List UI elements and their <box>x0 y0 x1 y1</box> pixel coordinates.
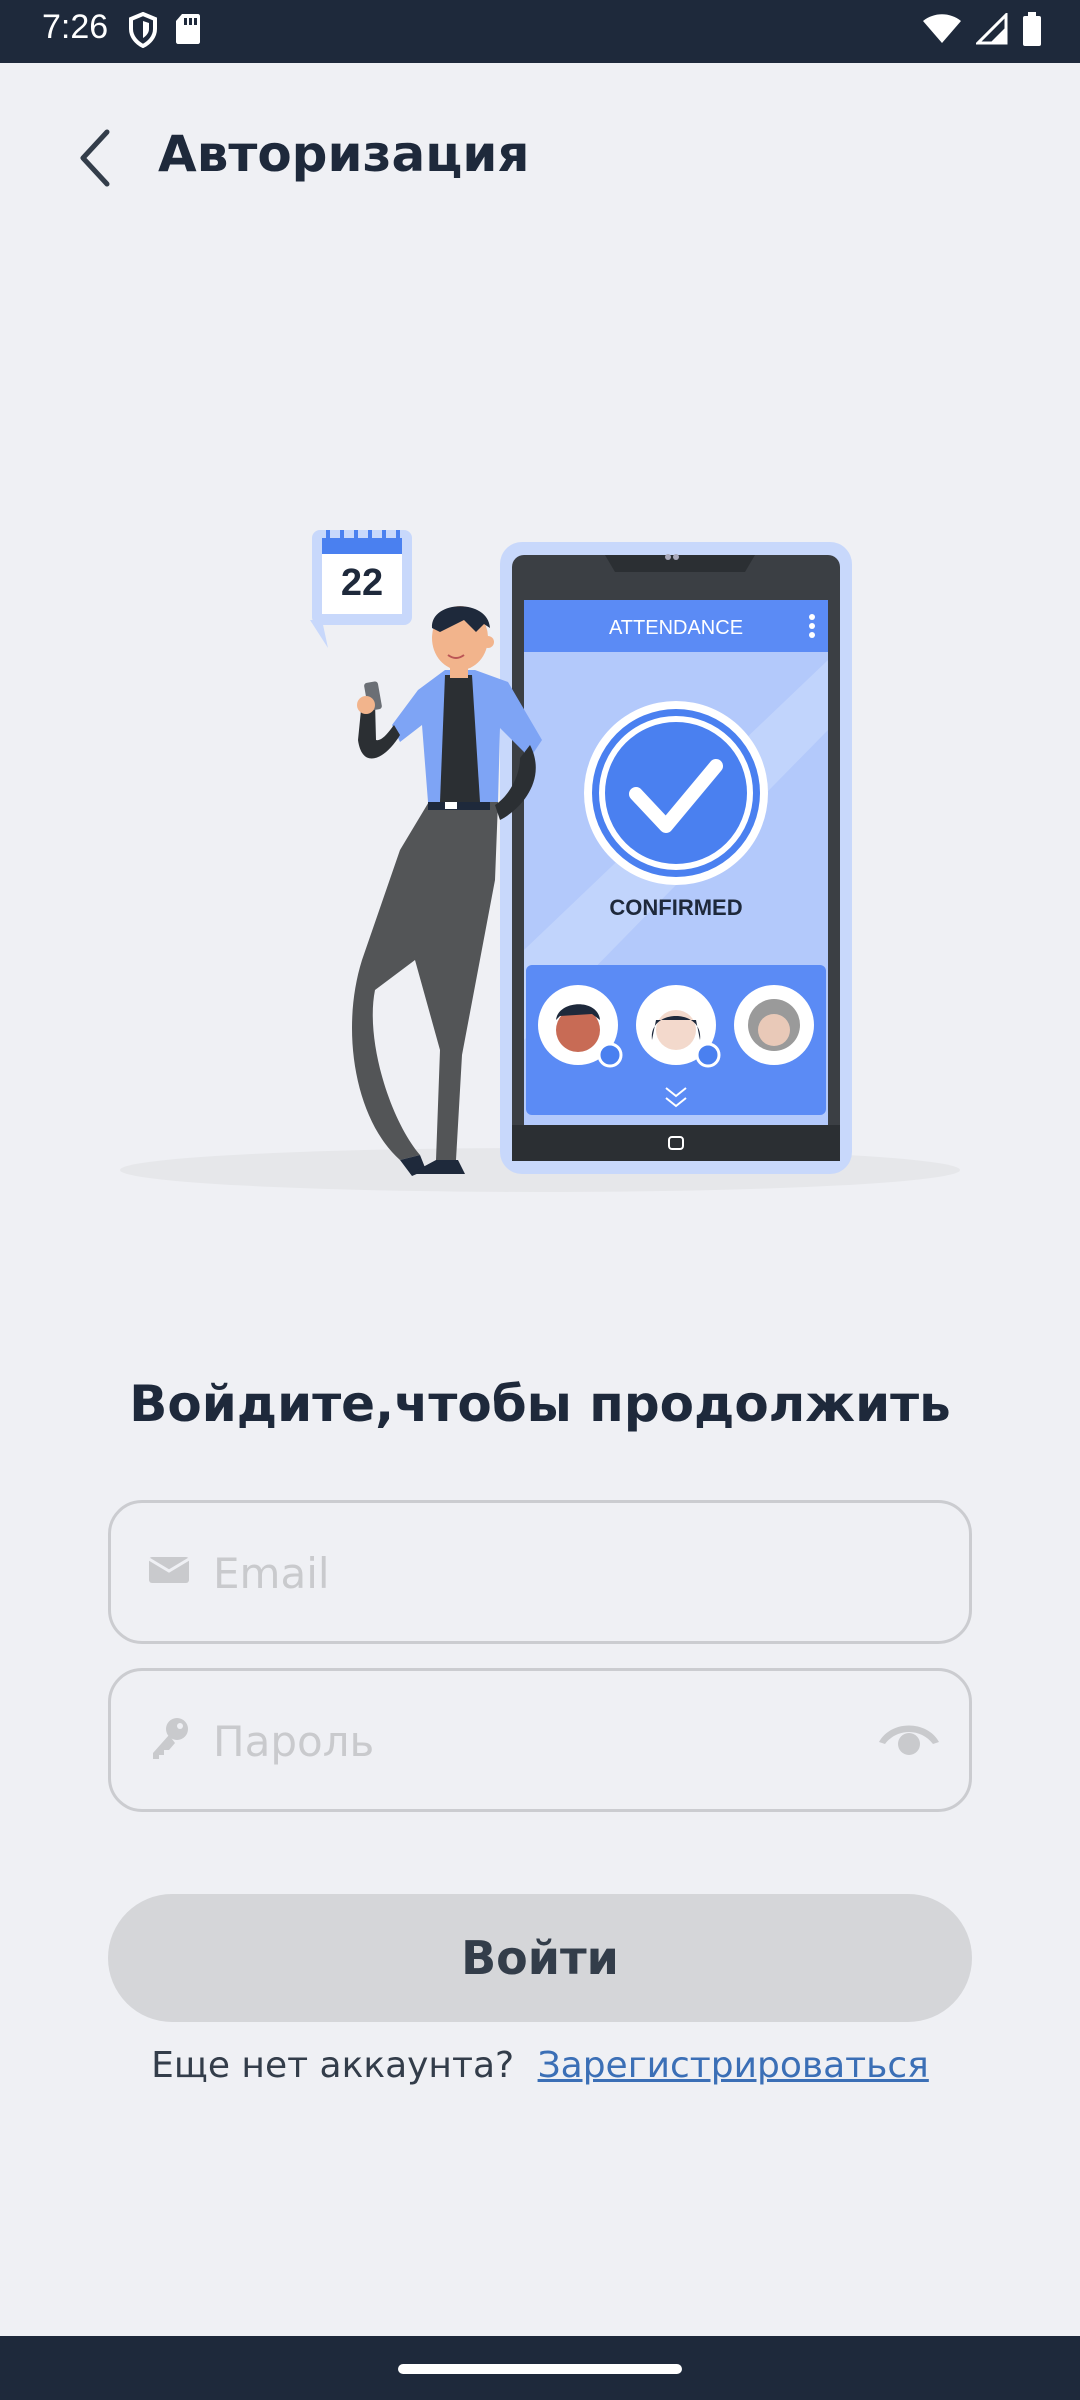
login-heading: Войдите,чтобы продолжить <box>129 1375 951 1433</box>
status-right-icons <box>922 11 1042 50</box>
signup-prompt: Еще нет аккаунта? <box>151 2045 515 2086</box>
attendance-illustration: ATTENDANCE CONFIRMED 22 <box>100 520 980 1200</box>
status-bar: 7:26 <box>0 0 1080 63</box>
mail-icon <box>148 1555 190 1589</box>
email-field[interactable] <box>108 1500 972 1644</box>
calendar-icon: 22 <box>310 530 412 648</box>
attendance-header-text: ATTENDANCE <box>609 617 743 639</box>
shield-icon <box>128 11 158 52</box>
login-button[interactable]: Войти <box>108 1894 972 2022</box>
password-input[interactable] <box>211 1671 855 1811</box>
sd-card-icon <box>174 12 202 52</box>
app-header: Авторизация <box>0 63 1080 253</box>
key-icon <box>149 1715 191 1765</box>
phone-mockup: ATTENDANCE CONFIRMED <box>500 542 852 1174</box>
status-time: 7:26 <box>42 8 109 46</box>
status-left-icons <box>128 11 202 52</box>
eye-icon[interactable] <box>877 1718 941 1762</box>
email-input[interactable] <box>211 1503 855 1643</box>
page-title: Авторизация <box>158 125 530 183</box>
signup-row: Еще нет аккаунта? Зарегистрироваться <box>0 2045 1080 2086</box>
back-button[interactable] <box>60 123 130 193</box>
system-nav-bar <box>0 2336 1080 2400</box>
battery-icon <box>1022 12 1042 50</box>
calendar-day-text: 22 <box>341 562 383 604</box>
home-gesture-handle[interactable] <box>398 2364 682 2374</box>
wifi-icon <box>922 13 962 49</box>
chevron-left-icon <box>80 129 110 187</box>
confirmed-text: CONFIRMED <box>609 895 742 920</box>
password-field[interactable] <box>108 1668 972 1812</box>
cell-signal-icon <box>974 11 1008 49</box>
register-link[interactable]: Зарегистрироваться <box>538 2045 929 2086</box>
